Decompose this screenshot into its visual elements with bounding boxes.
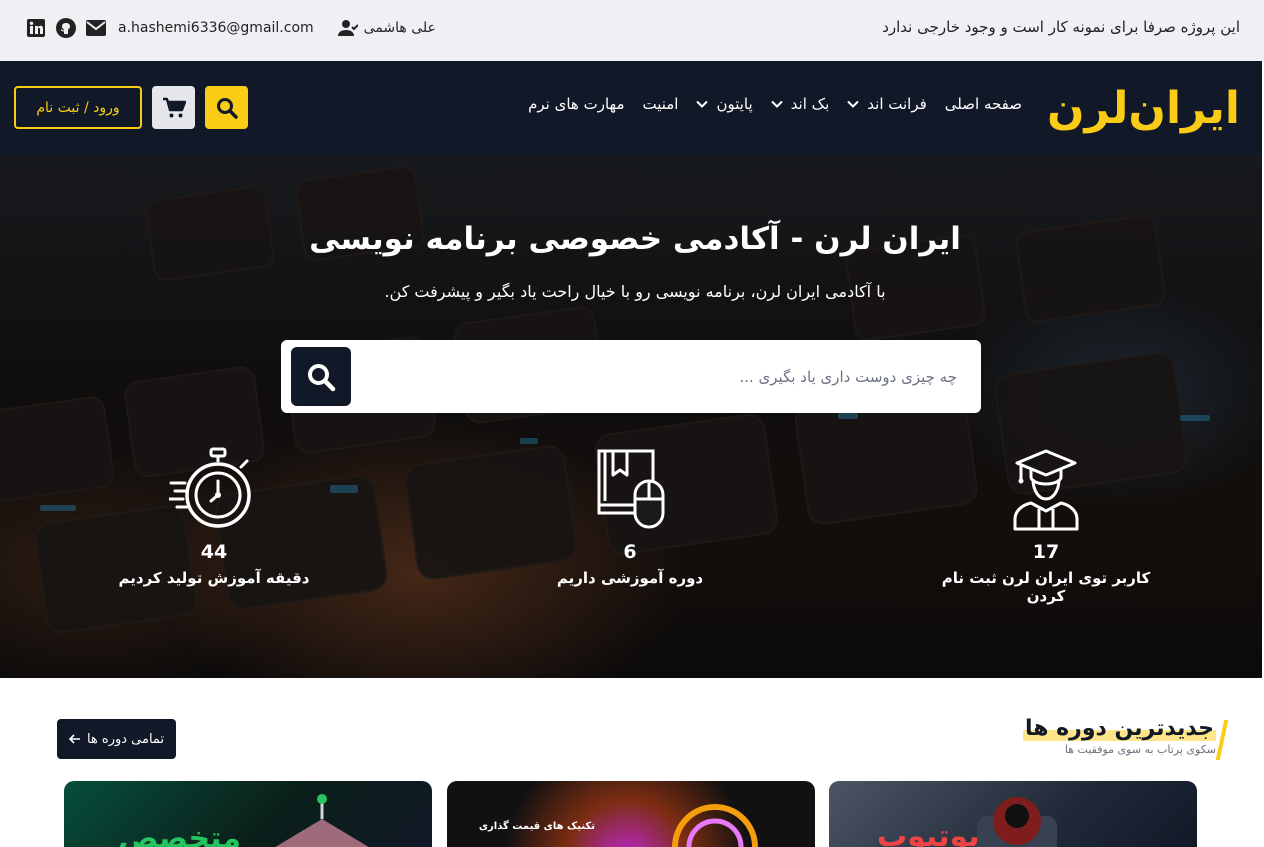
contact-links: علی هاشمی a.hashemi6336@gmail.com bbox=[26, 18, 436, 38]
nav-search-button[interactable] bbox=[205, 86, 248, 129]
menu-label: پایتون bbox=[716, 95, 753, 113]
main-navbar: ایران‌لرن صفحه اصلی فرانت اند بک اند پای… bbox=[0, 61, 1262, 155]
github-icon[interactable] bbox=[56, 18, 76, 38]
hero-section: ایران لرن - آکادمی خصوصی برنامه نویسی با… bbox=[0, 155, 1262, 678]
logo-text: ایران‌لرن bbox=[1047, 83, 1240, 134]
menu-label: صفحه اصلی bbox=[944, 95, 1022, 113]
cart-button[interactable] bbox=[152, 86, 195, 129]
search-input[interactable] bbox=[397, 362, 957, 392]
main-menu: صفحه اصلی فرانت اند بک اند پایتون امنیت … bbox=[528, 95, 1022, 113]
course-card-banner-text: متخصص bbox=[118, 821, 241, 847]
chevron-down-icon bbox=[696, 100, 709, 108]
course-card[interactable]: تکنیک های قیمت گذاری bbox=[447, 781, 815, 847]
menu-label: مهارت های نرم bbox=[528, 95, 625, 113]
stat-users: 17 کاربر توی ایران لرن ثبت نام کردن bbox=[921, 447, 1171, 605]
course-card-image bbox=[977, 797, 1057, 847]
menu-item-frontend[interactable]: فرانت اند bbox=[847, 95, 927, 113]
menu-item-backend[interactable]: بک اند bbox=[770, 95, 830, 113]
menu-item-soft-skills[interactable]: مهارت های نرم bbox=[528, 95, 624, 113]
menu-label: امنیت bbox=[642, 95, 679, 113]
user-icon bbox=[337, 18, 358, 38]
section-title: جدیدترین دوره ها bbox=[1023, 716, 1216, 741]
book-mouse-icon bbox=[597, 449, 665, 529]
course-card[interactable]: یوتیوب bbox=[829, 781, 1197, 847]
hero-title: ایران لرن - آکادمی خصوصی برنامه نویسی bbox=[309, 221, 961, 257]
hero-search-box bbox=[281, 340, 981, 413]
hero-subtitle: با آکادمی ایران لرن، برنامه نویسی رو با … bbox=[384, 282, 886, 301]
menu-item-python[interactable]: پایتون bbox=[696, 95, 753, 113]
menu-label: بک اند bbox=[790, 95, 830, 113]
menu-item-security[interactable]: امنیت bbox=[642, 95, 678, 113]
graduate-icon bbox=[1013, 449, 1079, 531]
hero-search-button[interactable] bbox=[291, 347, 351, 406]
site-logo[interactable]: ایران‌لرن bbox=[1044, 79, 1240, 135]
stat-number: 17 bbox=[1032, 541, 1060, 563]
stat-label: کاربر توی ایران لرن ثبت نام کردن bbox=[941, 569, 1151, 605]
search-icon bbox=[308, 363, 336, 391]
user-profile[interactable]: علی هاشمی bbox=[337, 18, 436, 38]
course-card-banner-text: تکنیک های قیمت گذاری bbox=[478, 821, 595, 832]
section-subtitle: سکوی پرتاب به سوی موفقیت ها bbox=[1064, 743, 1216, 756]
all-courses-label: تمامی دوره ها bbox=[86, 731, 165, 747]
stat-minutes: 44 دقیقه آموزش تولید کردیم bbox=[89, 447, 339, 587]
all-courses-button[interactable]: تمامی دوره ها bbox=[57, 719, 176, 759]
menu-item-home[interactable]: صفحه اصلی bbox=[945, 95, 1022, 113]
mail-icon[interactable] bbox=[86, 18, 106, 38]
course-card-image bbox=[275, 794, 369, 847]
stat-label: دوره آموزشی داریم bbox=[556, 569, 704, 587]
menu-label: فرانت اند bbox=[867, 95, 927, 113]
linkedin-icon[interactable] bbox=[26, 18, 46, 38]
cart-icon bbox=[162, 97, 186, 117]
stat-courses: 6 دوره آموزشی داریم bbox=[505, 447, 755, 587]
stat-label: دقیقه آموزش تولید کردیم bbox=[118, 569, 310, 587]
arrow-left-icon bbox=[68, 734, 80, 744]
login-register-button[interactable]: ورود / ثبت نام bbox=[14, 86, 142, 129]
course-card-image bbox=[672, 804, 758, 847]
stat-number: 44 bbox=[200, 541, 228, 563]
latest-courses-heading: جدیدترین دوره ها سکوی پرتاب به سوی موفقی… bbox=[1023, 716, 1229, 760]
top-notice: این پروژه صرفا برای نمونه کار است و وجود… bbox=[882, 18, 1240, 36]
stopwatch-icon bbox=[167, 447, 251, 528]
chevron-down-icon bbox=[770, 100, 783, 108]
course-card[interactable]: متخصص bbox=[64, 781, 432, 847]
stat-number: 6 bbox=[623, 541, 637, 563]
search-icon bbox=[216, 97, 238, 119]
chevron-down-icon bbox=[847, 100, 859, 108]
top-bar: این پروژه صرفا برای نمونه کار است و وجود… bbox=[0, 0, 1264, 61]
email-text[interactable]: a.hashemi6336@gmail.com bbox=[118, 20, 314, 36]
heading-accent-bar bbox=[1215, 720, 1229, 760]
user-name: علی هاشمی bbox=[363, 20, 436, 36]
